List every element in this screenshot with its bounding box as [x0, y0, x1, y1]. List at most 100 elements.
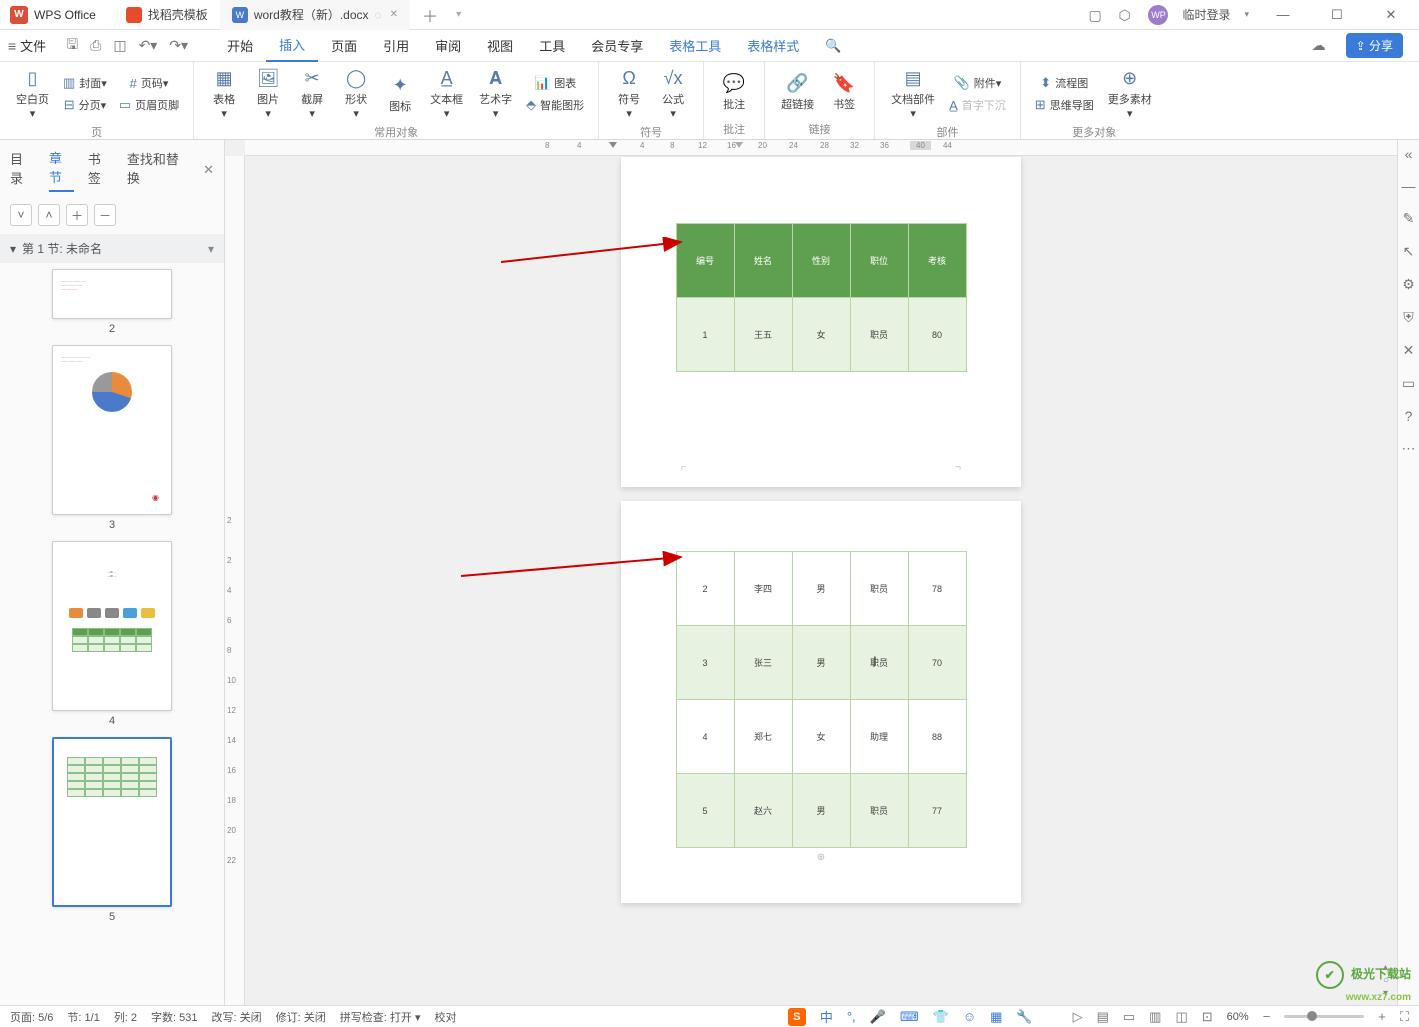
ime-punct-icon[interactable]: °, — [847, 1009, 856, 1024]
zoom-fit-icon[interactable]: ⊡ — [1202, 1009, 1213, 1025]
print-icon[interactable]: ⎙ — [90, 37, 101, 54]
nav-close-icon[interactable]: ✕ — [203, 162, 214, 178]
docpart-button[interactable]: ▤文档部件▾ — [885, 66, 941, 122]
tab-overflow-icon[interactable]: ▾ — [456, 9, 461, 20]
undo-icon[interactable]: ↶▾ — [139, 37, 158, 54]
cloud-icon[interactable]: ☁ — [1312, 37, 1326, 54]
canvas-scroll[interactable]: 编号姓名性别职位考核 1王五女职员80 ⌐ ¬ 2李四男职员78 3张三男职员7… — [245, 156, 1397, 1005]
document-page-5[interactable]: 2李四男职员78 3张三男职员70 4郑七女助理88 5赵六男职员77 I ⊕ — [621, 501, 1021, 903]
tab-add-button[interactable]: ＋ — [410, 3, 450, 27]
view-read-icon[interactable]: ◫ — [1175, 1009, 1187, 1025]
textbox-button[interactable]: A̲文本框▾ — [424, 66, 469, 122]
cursor-icon[interactable]: ↖ — [1403, 243, 1415, 260]
help-icon[interactable]: ? — [1405, 408, 1413, 424]
menu-tab-table-style[interactable]: 表格样式 — [734, 30, 812, 62]
hamburger-icon[interactable]: ≡ — [8, 38, 16, 54]
status-revise[interactable]: 修订: 关闭 — [276, 1009, 326, 1025]
chart-button[interactable]: 📊图表 — [522, 73, 588, 93]
redo-icon[interactable]: ↷▾ — [169, 37, 188, 54]
minus-icon[interactable]: — — [1402, 178, 1416, 194]
close-button[interactable]: ✕ — [1371, 7, 1411, 23]
tab-template[interactable]: 找稻壳模板 — [114, 0, 220, 30]
shield-icon[interactable]: ⛨ — [1403, 309, 1414, 326]
view-outline-icon[interactable]: ▥ — [1149, 1009, 1161, 1025]
menu-tab-table-tools[interactable]: 表格工具 — [656, 30, 734, 62]
tab-document[interactable]: W word教程（新）.docx ◌ ✕ — [220, 0, 410, 30]
ime-mic-icon[interactable]: 🎤 — [870, 1009, 886, 1025]
shape-button[interactable]: ◯形状▾ — [336, 66, 376, 122]
more-material-button[interactable]: ⊕更多素材▾ — [1102, 66, 1158, 122]
ime-cloth-icon[interactable]: 👕 — [933, 1009, 949, 1025]
view-print-icon[interactable]: ▤ — [1097, 1009, 1109, 1025]
mindmap-button[interactable]: ⊞思维导图 — [1031, 95, 1098, 115]
horizontal-ruler[interactable]: 8 4 4 8 12 16 20 24 28 32 36 40 44 — [245, 140, 1419, 156]
menu-search-icon[interactable]: 🔍 — [812, 30, 854, 62]
zoom-in-icon[interactable]: + — [1378, 1009, 1386, 1024]
status-words[interactable]: 字数: 531 — [151, 1009, 197, 1025]
share-button[interactable]: ⇪ 分享 — [1346, 33, 1403, 58]
save-icon[interactable]: 🖫 — [66, 34, 78, 58]
preview-icon[interactable]: ◫ — [113, 37, 126, 54]
document-page-4[interactable]: 编号姓名性别职位考核 1王五女职员80 ⌐ ¬ — [621, 157, 1021, 487]
ime-tool-icon[interactable]: 🔧 — [1016, 1009, 1032, 1025]
settings-icon[interactable]: ⚙ — [1402, 276, 1415, 293]
cover-button[interactable]: ▥封面▾ — [59, 73, 111, 93]
menu-tab-tools[interactable]: 工具 — [526, 30, 578, 62]
headerfooter-button[interactable]: ▭页眉页脚 — [115, 95, 183, 115]
tools-icon[interactable]: ✕ — [1403, 342, 1415, 359]
status-section[interactable]: 节: 1/1 — [67, 1009, 99, 1025]
nav-tool-add[interactable]: ＋ — [66, 204, 88, 226]
dropcap-button[interactable]: A̲首字下沉 — [945, 95, 1010, 115]
menu-tab-start[interactable]: 开始 — [214, 30, 266, 62]
hyperlink-button[interactable]: 🔗超链接 — [775, 66, 820, 119]
maximize-button[interactable]: ☐ — [1317, 7, 1357, 23]
section-expand-icon[interactable]: ▾ — [208, 242, 214, 256]
fullscreen-icon[interactable]: ⛶ — [1400, 1009, 1409, 1025]
ime-face-icon[interactable]: ☺ — [963, 1009, 976, 1024]
bookmark-button[interactable]: 🔖书签 — [824, 66, 864, 119]
login-label[interactable]: 临时登录 — [1182, 6, 1230, 23]
pagenum-button[interactable]: #页码▾ — [115, 73, 183, 93]
wordart-button[interactable]: 𝐀艺术字▾ — [473, 66, 518, 122]
vertical-ruler[interactable]: 2 2 4 6 8 10 12 14 16 18 20 22 — [225, 156, 245, 1005]
nav-tool-remove[interactable]: － — [94, 204, 116, 226]
document-table-1[interactable]: 编号姓名性别职位考核 1王五女职员80 — [676, 223, 967, 372]
symbol-button[interactable]: Ω符号▾ — [609, 66, 649, 122]
status-spell[interactable]: 拼写检查: 打开 ▾ — [340, 1009, 421, 1025]
ime-grid-icon[interactable]: ▦ — [990, 1009, 1002, 1025]
equation-button[interactable]: √x公式▾ — [653, 66, 693, 122]
menu-tab-page[interactable]: 页面 — [318, 30, 370, 62]
avatar-icon[interactable]: WP — [1148, 5, 1168, 25]
nav-tab-toc[interactable]: 目录 — [10, 149, 35, 191]
attachment-button[interactable]: 📎附件▾ — [945, 73, 1010, 93]
ime-lang-icon[interactable]: 中 — [820, 1007, 833, 1026]
nav-tab-section[interactable]: 章节 — [49, 148, 74, 192]
status-col[interactable]: 列: 2 — [114, 1009, 137, 1025]
file-menu[interactable]: 文件 — [20, 36, 46, 55]
thumbnail-page-4[interactable]: —⊏ ——⊏ — — [52, 541, 172, 711]
status-page[interactable]: 页面: 5/6 — [10, 1009, 53, 1025]
thumbnail-page-2[interactable]: _______ ____ _______ ____ _______ ___ __… — [52, 269, 172, 319]
sogou-ime-icon[interactable]: S — [788, 1008, 806, 1026]
book-icon[interactable]: ▭ — [1402, 375, 1415, 392]
status-track[interactable]: 改写: 关闭 — [212, 1009, 262, 1025]
nav-tab-bookmark[interactable]: 书签 — [88, 149, 113, 191]
menu-tab-view[interactable]: 视图 — [474, 30, 526, 62]
zoom-out-icon[interactable]: − — [1263, 1009, 1271, 1024]
pagebreak-button[interactable]: ⊟分页▾ — [59, 95, 111, 115]
zoom-slider[interactable] — [1284, 1015, 1364, 1018]
nav-tool-down[interactable]: ˅ — [10, 204, 32, 226]
table-add-row-icon[interactable]: ⊕ — [651, 852, 991, 863]
flowchart-button[interactable]: ⬍流程图 — [1031, 73, 1098, 93]
status-proof[interactable]: 校对 — [434, 1009, 456, 1025]
icon-button[interactable]: ✦图标 — [380, 66, 420, 122]
minimize-button[interactable]: — — [1263, 7, 1303, 22]
comment-button[interactable]: 💬批注 — [714, 66, 754, 119]
smartart-button[interactable]: ⬘智能图形 — [522, 95, 588, 115]
nav-tool-up[interactable]: ˄ — [38, 204, 60, 226]
thumbnail-page-5[interactable] — [52, 737, 172, 907]
blank-page-button[interactable]: ▯空白页▾ — [10, 66, 55, 122]
ime-keyboard-icon[interactable]: ⌨ — [900, 1009, 919, 1025]
play-icon[interactable]: ▷ — [1073, 1009, 1083, 1025]
screenshot-button[interactable]: ✂截屏▾ — [292, 66, 332, 122]
